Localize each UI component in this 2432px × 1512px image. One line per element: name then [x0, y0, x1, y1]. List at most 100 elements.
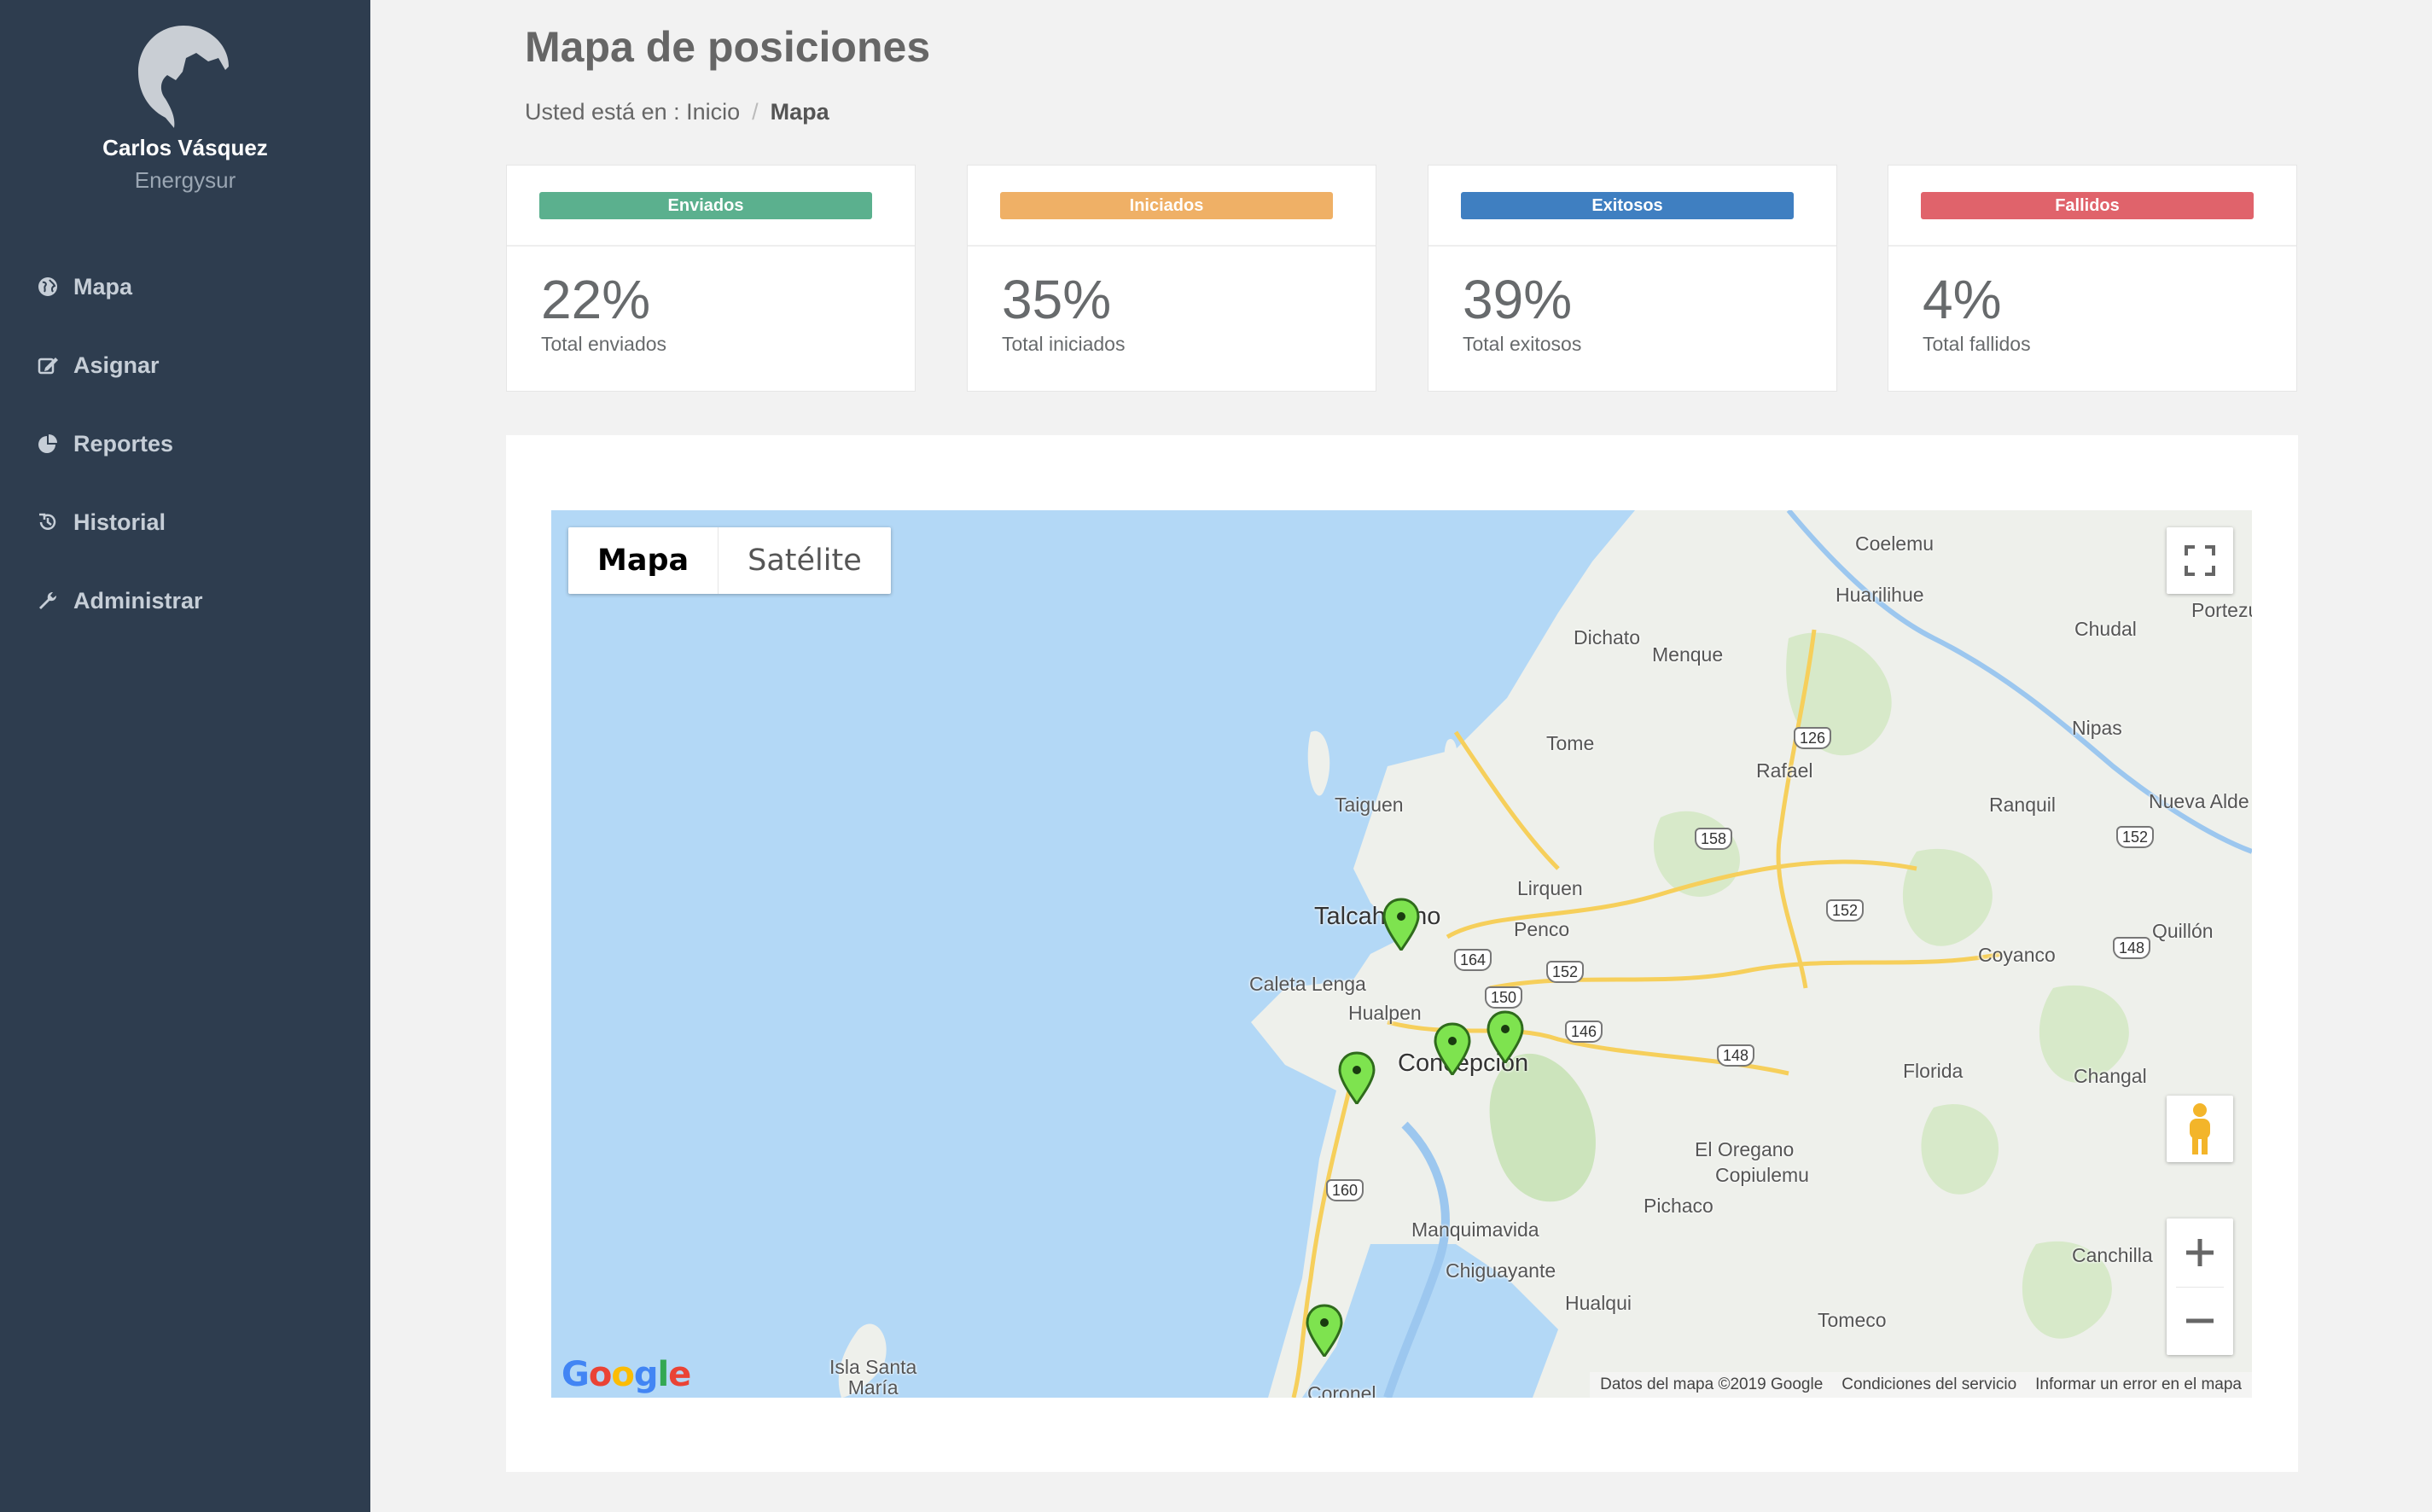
zoom-control — [2167, 1218, 2233, 1355]
stat-value: 22% — [541, 269, 651, 330]
fullscreen-icon — [2185, 545, 2215, 576]
map-label-florida: Florida — [1903, 1060, 1964, 1082]
breadcrumb: Usted está en : Inicio / Mapa — [525, 99, 829, 125]
map-label-manquimavida: Manquimavida — [1411, 1218, 1539, 1241]
history-icon — [36, 510, 60, 534]
wolf-logo-icon — [138, 26, 229, 128]
map-marker[interactable] — [1306, 1304, 1343, 1358]
map-type-map-button[interactable]: Mapa — [568, 527, 719, 594]
route-shield: 148 — [2113, 937, 2151, 959]
map-label-chudal: Chudal — [2074, 618, 2137, 640]
route-shield: 152 — [1546, 961, 1585, 983]
stat-card-fallidos: Fallidos 4% Total fallidos — [1888, 165, 2297, 392]
breadcrumb-current: Mapa — [770, 99, 829, 125]
map-label-hualpen: Hualpen — [1348, 1002, 1422, 1024]
map-marker[interactable] — [1382, 898, 1420, 952]
status-badge: Iniciados — [1000, 192, 1333, 219]
street-view-pegman-button[interactable] — [2167, 1096, 2233, 1162]
google-logo: Google — [561, 1355, 691, 1394]
map-label-coelemu: Coelemu — [1855, 532, 1935, 555]
zoom-out-button[interactable] — [2167, 1288, 2233, 1355]
stat-card-iniciados: Iniciados 35% Total iniciados — [967, 165, 1376, 392]
map-label-canchilla: Canchilla — [2072, 1244, 2153, 1266]
map-label-taiguen: Taiguen — [1335, 794, 1404, 816]
map-label-caleta-lenga: Caleta Lenga — [1249, 973, 1366, 995]
zoom-in-button[interactable] — [2167, 1219, 2233, 1287]
stat-card-enviados: Enviados 22% Total enviados — [506, 165, 916, 392]
edit-icon — [36, 353, 60, 377]
stat-value: 4% — [1923, 269, 2002, 330]
route-shield: 126 — [1794, 727, 1832, 749]
sidebar-item-historial[interactable]: Historial — [0, 483, 370, 561]
map-label-el-oregano: El Oregano — [1695, 1138, 1795, 1160]
sidebar-item-label: Mapa — [73, 273, 133, 299]
map-label-huarilihue: Huarilihue — [1836, 584, 1924, 606]
map-type-control: Mapa Satélite — [568, 527, 891, 594]
fullscreen-button[interactable] — [2167, 527, 2233, 594]
stat-label: Total exitosos — [1463, 333, 1582, 355]
map-label-ranquil: Ranquil — [1989, 794, 2056, 816]
pegman-icon — [2190, 1103, 2210, 1154]
route-shield: 150 — [1485, 986, 1523, 1009]
route-shield: 148 — [1717, 1044, 1755, 1067]
user-company: Energysur — [134, 167, 236, 193]
status-badge: Enviados — [539, 192, 872, 219]
map-label-changal: Changal — [2074, 1065, 2147, 1087]
map-data-credit: Datos del mapa ©2019 Google — [1600, 1375, 1824, 1393]
page-title: Mapa de posiciones — [525, 23, 931, 71]
map-label-lirquen: Lirquen — [1517, 877, 1583, 899]
route-shield: 152 — [2116, 826, 2155, 848]
map-label-chiguayante: Chiguayante — [1446, 1259, 1556, 1282]
sidebar-item-administrar[interactable]: Administrar — [0, 561, 370, 640]
plus-icon — [2186, 1239, 2214, 1266]
status-badge: Exitosos — [1461, 192, 1794, 219]
route-shield: 160 — [1326, 1179, 1364, 1201]
map-label-nipas: Nipas — [2072, 717, 2122, 739]
breadcrumb-home-link[interactable]: Usted está en : Inicio — [525, 99, 740, 125]
globe-icon — [36, 275, 60, 299]
map-label-portezuelo: Portezu — [2191, 599, 2252, 621]
map-label-isla-santa-maria: Isla Santa María — [829, 1356, 917, 1398]
status-badge: Fallidos — [1921, 192, 2254, 219]
report-error-link[interactable]: Informar un error en el mapa — [2035, 1375, 2242, 1394]
stat-label: Total iniciados — [1002, 333, 1126, 355]
map-label-pichaco: Pichaco — [1644, 1195, 1713, 1217]
user-name: Carlos Vásquez — [102, 135, 268, 160]
map-attribution: Datos del mapa ©2019 Google Condiciones … — [1590, 1372, 2252, 1398]
route-shield: 158 — [1695, 828, 1733, 850]
sidebar-item-label: Asignar — [73, 352, 160, 378]
map-marker[interactable] — [1338, 1051, 1376, 1106]
map-canvas[interactable]: Coelemu Huarilihue Portezu Chudal Dichat… — [551, 510, 2252, 1398]
map-label-tomeco: Tomeco — [1818, 1309, 1887, 1331]
stat-label: Total enviados — [541, 333, 667, 355]
stat-value: 39% — [1463, 269, 1573, 330]
sidebar-item-label: Reportes — [73, 430, 174, 457]
sidebar-item-label: Historial — [73, 509, 166, 535]
map-label-rafael: Rafael — [1756, 759, 1813, 782]
map-label-tome: Tome — [1546, 732, 1595, 754]
sidebar-item-mapa[interactable]: Mapa — [0, 247, 370, 326]
pie-chart-icon — [36, 432, 60, 456]
map-label-talcahuano: Talcahuano — [1314, 903, 1441, 930]
sidebar-item-asignar[interactable]: Asignar — [0, 326, 370, 404]
map-marker[interactable] — [1487, 1010, 1524, 1065]
sidebar-item-label: Administrar — [73, 587, 203, 614]
map-label-penco: Penco — [1514, 918, 1570, 940]
terms-link[interactable]: Condiciones del servicio — [1841, 1375, 2016, 1394]
map-label-nueva-aldea: Nueva Alde — [2149, 790, 2249, 812]
map-marker[interactable] — [1434, 1022, 1471, 1077]
route-shield: 146 — [1565, 1021, 1603, 1043]
stat-card-exitosos: Exitosos 39% Total exitosos — [1428, 165, 1837, 392]
stat-value: 35% — [1002, 269, 1112, 330]
map-label-quillon: Quillón — [2152, 920, 2214, 942]
sidebar-item-reportes[interactable]: Reportes — [0, 404, 370, 483]
map-label-copiulemu: Copiulemu — [1715, 1164, 1809, 1186]
wrench-icon — [36, 589, 60, 613]
stat-label: Total fallidos — [1923, 333, 2031, 355]
map-label-coronel: Coronel — [1307, 1382, 1376, 1398]
route-shield: 152 — [1826, 899, 1865, 922]
minus-icon — [2186, 1318, 2214, 1323]
map-label-menque: Menque — [1652, 643, 1724, 666]
breadcrumb-separator: / — [752, 99, 759, 125]
map-type-satellite-button[interactable]: Satélite — [719, 527, 891, 594]
